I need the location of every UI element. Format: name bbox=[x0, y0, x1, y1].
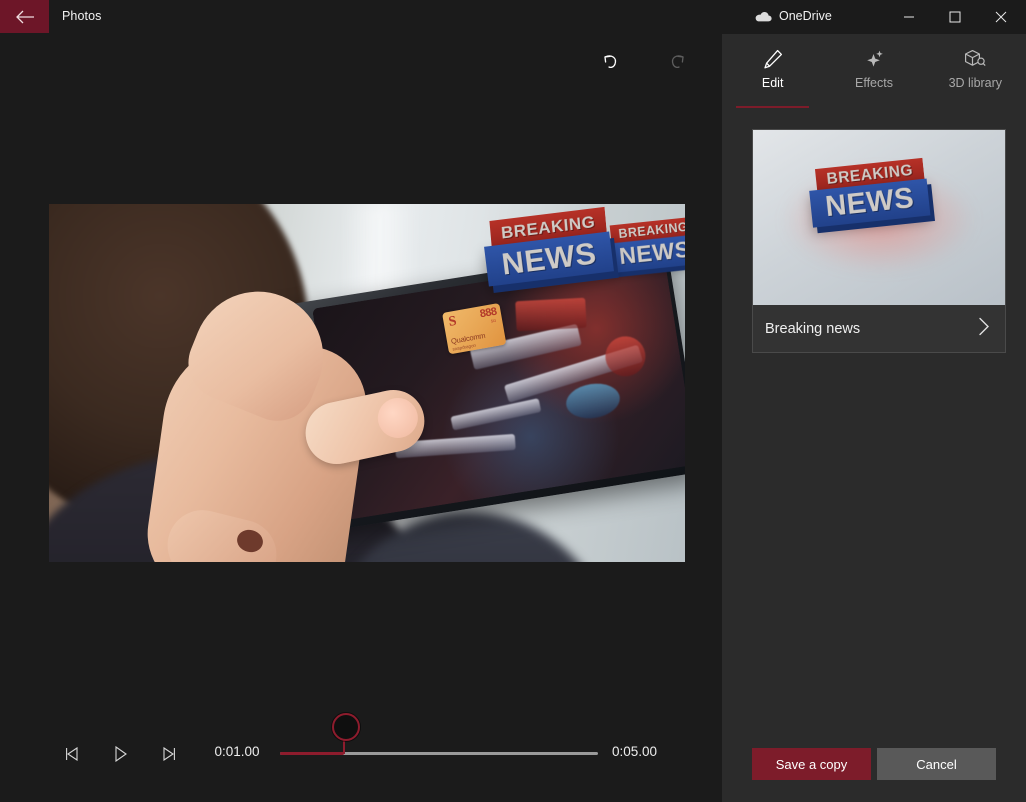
timeline-scrubber[interactable] bbox=[280, 713, 598, 755]
card-thumbnail: BREAKING NEWS bbox=[753, 130, 1005, 305]
undo-redo-group bbox=[588, 40, 700, 84]
editor-area: S 888 5G Qualcomm snapdragon BREAKING NE… bbox=[0, 34, 722, 802]
maximize-button[interactable] bbox=[932, 0, 978, 33]
next-frame-button[interactable] bbox=[149, 734, 189, 774]
tab-3d-library[interactable]: 3D library bbox=[925, 34, 1026, 104]
redo-button[interactable] bbox=[656, 40, 700, 84]
card-label: Breaking news bbox=[765, 321, 861, 337]
photos-app-window: Photos OneDrive S 888 5G Qualcomm snapdr… bbox=[0, 0, 1026, 802]
back-button[interactable] bbox=[0, 0, 49, 33]
undo-icon bbox=[604, 55, 617, 69]
back-arrow-icon bbox=[15, 10, 34, 23]
close-icon bbox=[995, 11, 1007, 22]
scrubber-handle[interactable] bbox=[332, 713, 360, 741]
cloud-icon bbox=[755, 11, 772, 22]
playback-controls: 0:01.00 0:05.00 bbox=[0, 686, 722, 766]
redo-icon bbox=[671, 55, 684, 69]
onedrive-title-bar: OneDrive bbox=[722, 0, 1026, 35]
panel-tabs: Edit Effects 3D library bbox=[722, 34, 1026, 108]
total-time-label: 0:05.00 bbox=[612, 744, 658, 759]
side-panel: Edit Effects 3D library BREAKING NEWS Br… bbox=[722, 34, 1026, 802]
title-bar: Photos OneDrive bbox=[0, 0, 1026, 35]
previous-frame-button[interactable] bbox=[52, 734, 92, 774]
tab-edit[interactable]: Edit bbox=[722, 34, 823, 108]
maximize-icon bbox=[949, 11, 961, 22]
minimize-button[interactable] bbox=[886, 0, 932, 33]
minimize-icon bbox=[904, 16, 914, 17]
sparkles-icon bbox=[863, 46, 885, 72]
previous-frame-icon bbox=[66, 747, 78, 761]
tab-3d-library-label: 3D library bbox=[948, 76, 1003, 90]
chevron-right-icon[interactable] bbox=[977, 317, 991, 342]
undo-button[interactable] bbox=[588, 40, 632, 84]
panel-footer-buttons: Save a copy Cancel bbox=[722, 748, 1026, 780]
next-frame-icon bbox=[163, 747, 175, 761]
tab-effects-label: Effects bbox=[855, 76, 893, 90]
cancel-button[interactable]: Cancel bbox=[877, 748, 996, 780]
page-title: Photos bbox=[62, 9, 102, 23]
timeline-progress bbox=[280, 752, 344, 755]
pencil-icon bbox=[762, 46, 784, 72]
snapdragon-network: 5G bbox=[490, 317, 497, 324]
onedrive-title: OneDrive bbox=[779, 9, 832, 23]
play-button[interactable] bbox=[101, 734, 141, 774]
save-a-copy-button[interactable]: Save a copy bbox=[752, 748, 871, 780]
current-time-label: 0:01.00 bbox=[214, 744, 260, 759]
effect-card-breaking-news[interactable]: BREAKING NEWS Breaking news bbox=[752, 129, 1006, 353]
cube-search-icon bbox=[963, 46, 987, 72]
photo-image: S 888 5G Qualcomm snapdragon BREAKING NE… bbox=[49, 204, 685, 562]
close-button[interactable] bbox=[978, 0, 1024, 33]
photo-hand bbox=[139, 272, 431, 562]
photo-canvas[interactable]: S 888 5G Qualcomm snapdragon BREAKING NE… bbox=[49, 204, 685, 562]
play-icon bbox=[115, 746, 127, 762]
card-footer: Breaking news bbox=[753, 306, 1005, 352]
tab-effects[interactable]: Effects bbox=[823, 34, 924, 104]
snapdragon-logo: S bbox=[447, 313, 458, 330]
tab-edit-label: Edit bbox=[761, 76, 784, 90]
